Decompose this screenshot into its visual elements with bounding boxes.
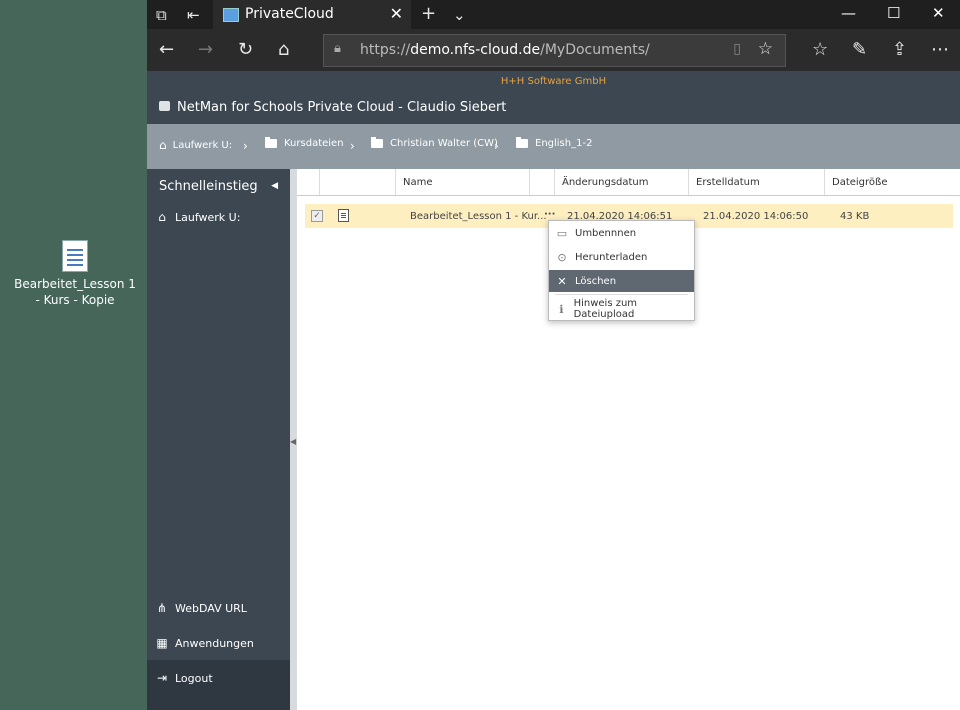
menu-item-delete[interactable]: ✕ Löschen <box>549 270 694 292</box>
column-icon <box>319 169 395 195</box>
folder-icon <box>265 137 277 148</box>
menu-item-download[interactable]: ⊙ Herunterladen <box>549 246 694 268</box>
tab-actions-icon[interactable]: ⧉ <box>156 6 167 24</box>
notes-pen-icon[interactable]: ✎ <box>852 39 867 60</box>
file-icon <box>338 209 349 222</box>
splitter-arrow-icon: ◀ <box>290 437 297 446</box>
breadcrumb-item-kursdateien[interactable]: Kursdateien <box>265 137 344 149</box>
forward-icon[interactable]: → <box>198 39 213 60</box>
sidebar-header: Schnelleinstieg <box>159 179 258 194</box>
sidebar-item-webdav[interactable]: ⋔ WebDAV URL <box>155 601 247 615</box>
cloud-app-icon <box>159 101 170 111</box>
folder-icon <box>516 137 528 148</box>
back-icon[interactable]: ← <box>159 39 174 60</box>
column-modified[interactable]: Änderungsdatum <box>554 169 688 195</box>
breadcrumb-separator-icon: › <box>350 139 355 153</box>
sidebar-splitter[interactable]: ◀ <box>290 169 297 710</box>
menu-item-rename[interactable]: ▭ Umbennnen <box>549 222 694 244</box>
desktop: Bearbeitet_Lesson 1 - Kurs - Kopie <box>0 0 147 710</box>
sidebar-item-laufwerk[interactable]: ⌂ Laufwerk U: <box>155 210 240 224</box>
app-header: H+H Software GmbH NetMan for Schools Pri… <box>147 71 960 124</box>
sidebar: Schnelleinstieg ◀ ⌂ Laufwerk U: ⋔ WebDAV… <box>147 169 290 710</box>
delete-icon: ✕ <box>557 274 567 288</box>
minimize-icon[interactable]: — <box>841 4 856 22</box>
collapse-sidebar-icon[interactable]: ◀ <box>271 181 278 191</box>
logout-icon: ⇥ <box>156 671 168 685</box>
lock-icon: 🔒︎ <box>334 41 341 56</box>
document-icon <box>62 240 88 272</box>
tab-close-icon[interactable]: ✕ <box>390 4 403 23</box>
sidebar-item-logout[interactable]: ⇥ Logout <box>155 671 213 685</box>
tab-bar: ⧉ ⇤ PrivateCloud ✕ + ⌄ — ☐ ✕ <box>147 0 960 29</box>
breadcrumb-item-laufwerk[interactable]: ⌂ Laufwerk U: <box>159 138 232 152</box>
browser-window: ⧉ ⇤ PrivateCloud ✕ + ⌄ — ☐ ✕ ← → ↻ ⌂ 🔒︎ … <box>147 0 960 710</box>
rename-icon: ▭ <box>556 226 568 240</box>
home-icon[interactable]: ⌂ <box>278 39 289 60</box>
more-menu-icon[interactable]: ⋯ <box>931 39 949 60</box>
menu-divider <box>555 294 688 295</box>
menu-item-upload-hint[interactable]: ℹ Hinweis zum Dateiupload <box>549 298 694 320</box>
breadcrumb-item-christian-walter[interactable]: Christian Walter (CW) <box>371 137 498 149</box>
share-icon: ⋔ <box>156 601 168 615</box>
grid-icon: ▦ <box>156 636 168 650</box>
home-icon: ⌂ <box>159 138 167 152</box>
breadcrumb: ⌂ Laufwerk U: › Kursdateien › Christian … <box>147 124 960 169</box>
address-bar[interactable]: 🔒︎ https://demo.nfs-cloud.de/MyDocuments… <box>323 34 786 67</box>
breadcrumb-separator-icon: › <box>243 139 248 153</box>
file-size: 43 KB <box>840 211 870 222</box>
info-icon: ℹ <box>559 302 564 316</box>
folder-icon <box>371 137 383 148</box>
created-date: 21.04.2020 14:06:50 <box>703 211 809 222</box>
refresh-icon[interactable]: ↻ <box>238 39 253 60</box>
maximize-icon[interactable]: ☐ <box>887 4 900 22</box>
sidebar-item-anwendungen[interactable]: ▦ Anwendungen <box>155 636 254 650</box>
row-actions-icon[interactable]: ··· <box>544 209 555 220</box>
reading-view-icon[interactable]: ▯ <box>733 41 741 57</box>
column-actions <box>529 169 554 195</box>
new-tab-icon[interactable]: + <box>421 3 436 24</box>
window-close-icon[interactable]: ✕ <box>932 4 945 22</box>
home-icon: ⌂ <box>158 210 166 224</box>
table-header: Name Änderungsdatum Erstelldatum Dateigr… <box>297 169 960 196</box>
tab-privatecloud[interactable]: PrivateCloud ✕ <box>213 0 411 29</box>
app-title: NetMan for Schools Private Cloud - Claud… <box>177 100 507 115</box>
favorites-list-icon[interactable]: ☆ <box>812 39 828 60</box>
row-checkbox[interactable]: ✓ <box>311 210 323 222</box>
download-icon: ⊙ <box>557 250 567 264</box>
breadcrumb-separator-icon: › <box>494 139 499 153</box>
desktop-file-label: Bearbeitet_Lesson 1 - Kurs - Kopie <box>14 277 136 307</box>
column-size[interactable]: Dateigröße <box>824 169 960 195</box>
column-created[interactable]: Erstelldatum <box>688 169 823 195</box>
logout-area <box>147 660 290 710</box>
share-icon[interactable]: ⇪ <box>892 39 907 60</box>
file-name[interactable]: Bearbeitet_Lesson 1 - Kur... <box>410 211 547 222</box>
context-menu: ▭ Umbennnen ⊙ Herunterladen ✕ Löschen ℹ … <box>548 220 695 321</box>
desktop-file[interactable]: Bearbeitet_Lesson 1 - Kurs - Kopie <box>12 236 138 308</box>
set-aside-tabs-icon[interactable]: ⇤ <box>187 6 200 24</box>
tab-list-chevron-icon[interactable]: ⌄ <box>453 6 466 24</box>
company-name: H+H Software GmbH <box>500 76 607 87</box>
tab-title: PrivateCloud <box>245 6 334 22</box>
favorite-star-icon[interactable]: ☆ <box>758 39 773 59</box>
breadcrumb-item-english[interactable]: English_1-2 <box>516 137 592 149</box>
address-url[interactable]: https://demo.nfs-cloud.de/MyDocuments/ <box>360 42 650 58</box>
navigation-bar: ← → ↻ ⌂ 🔒︎ https://demo.nfs-cloud.de/MyD… <box>147 29 960 71</box>
column-name[interactable]: Name <box>395 169 529 195</box>
favicon-icon <box>223 8 239 22</box>
